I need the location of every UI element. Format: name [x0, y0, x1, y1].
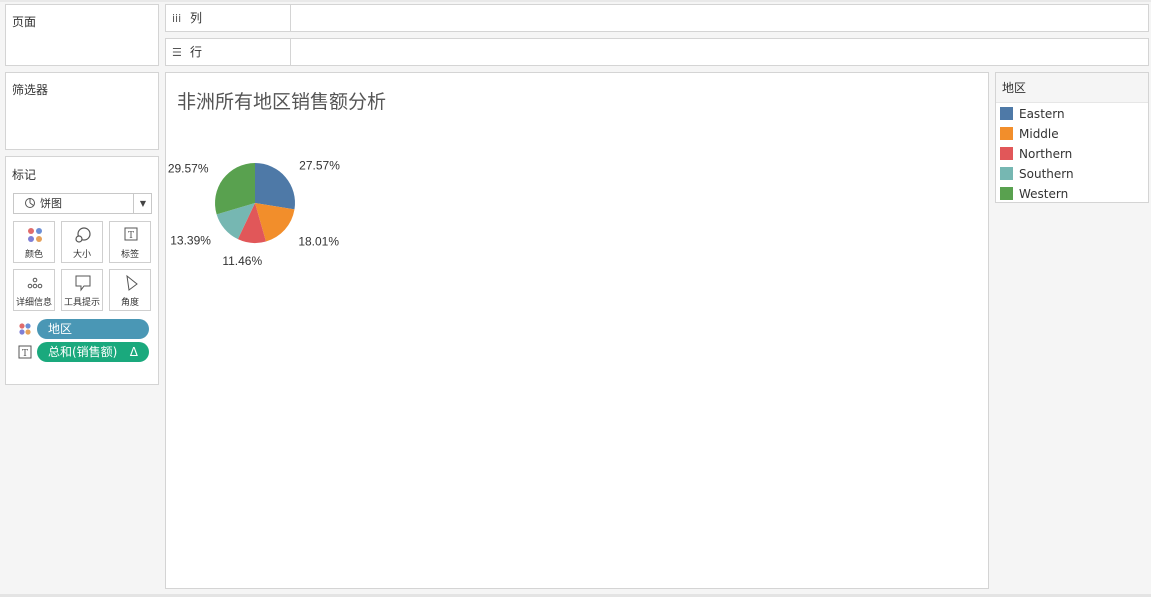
legend-swatch [1000, 167, 1013, 180]
delta-icon: Δ [129, 345, 138, 359]
legend-label: Northern [1019, 147, 1073, 161]
pie-mark-icon [25, 198, 35, 208]
rows-icon: ☰ [172, 46, 182, 59]
color-dots-icon [19, 323, 31, 335]
region-color-pill[interactable]: 地区 [37, 319, 149, 339]
color-dots-icon [28, 228, 42, 242]
pages-card-title: 页面 [12, 15, 37, 29]
label-button[interactable]: T 标签 [109, 221, 151, 263]
size-button[interactable]: 大小 [61, 221, 103, 263]
text-label-icon: T [124, 227, 138, 241]
tooltip-button-label: 工具提示 [63, 298, 100, 308]
region-pill-label: 地区 [48, 322, 73, 336]
rows-shelf-text: 行 [190, 45, 203, 59]
dropdown-separator [133, 194, 134, 213]
detail-button[interactable]: 详细信息 [13, 269, 55, 311]
slice-label-northern: 11.46% [222, 254, 262, 268]
filters-card-title: 筛选器 [12, 83, 49, 97]
label-button-label: 标签 [120, 250, 139, 260]
top-border [0, 0, 1151, 2]
detail-button-label: 详细信息 [15, 298, 52, 308]
mark-type-label: 饼图 [40, 197, 62, 210]
legend-label: Western [1019, 187, 1069, 201]
detail-dots-icon [27, 277, 43, 289]
legend-item-eastern[interactable]: Eastern [1000, 104, 1065, 124]
tooltip-button[interactable]: 工具提示 [61, 269, 103, 311]
legend-swatch [1000, 107, 1013, 120]
slice-label-eastern: 27.57% [299, 158, 340, 172]
slice-label-middle: 18.01% [298, 235, 339, 249]
legend-item-western[interactable]: Western [1000, 184, 1068, 204]
text-label-icon: T [18, 345, 32, 359]
svg-text:T: T [128, 231, 134, 241]
color-button[interactable]: 颜色 [13, 221, 55, 263]
columns-shelf-text: 列 [190, 11, 203, 25]
chevron-down-icon[interactable]: ▼ [140, 194, 146, 213]
filters-card[interactable]: 筛选器 [5, 72, 159, 150]
slice-label-southern: 13.39% [170, 234, 211, 248]
sales-pill-label: 总和(销售额) [48, 345, 118, 359]
tooltip-icon [75, 275, 91, 292]
pie-slice-eastern[interactable] [255, 163, 295, 210]
slice-label-western: 29.57% [168, 161, 209, 175]
angle-button-label: 角度 [120, 298, 139, 308]
pie-chart[interactable]: 27.57% 18.01% 11.46% 13.39% 29.57% [166, 73, 988, 588]
legend-title: 地区 [996, 73, 1148, 103]
angle-button[interactable]: 角度 [109, 269, 151, 311]
rows-shelf-label: ☰ 行 [166, 39, 291, 65]
legend-item-northern[interactable]: Northern [1000, 144, 1072, 164]
svg-text:T: T [22, 349, 28, 359]
columns-icon: iii [172, 12, 182, 25]
legend-item-middle[interactable]: Middle [1000, 124, 1059, 144]
legend-label: Eastern [1019, 107, 1065, 121]
legend-label: Middle [1019, 127, 1059, 141]
legend-item-southern[interactable]: Southern [1000, 164, 1074, 184]
legend-label: Southern [1019, 167, 1074, 181]
legend-swatch [1000, 187, 1013, 200]
rows-shelf[interactable]: ☰ 行 [165, 38, 1149, 66]
region-legend[interactable]: 地区 Eastern Middle Northern Southern West… [995, 72, 1149, 203]
legend-swatch [1000, 127, 1013, 140]
sales-label-pill[interactable]: 总和(销售额) Δ [37, 342, 149, 362]
color-button-label: 颜色 [24, 250, 43, 260]
columns-shelf-label: iii 列 [166, 5, 291, 31]
chart-view[interactable]: 非洲所有地区销售额分析 27.57% 18.01% 11.46% 13.39% 29.5… [165, 72, 989, 589]
mark-type-dropdown[interactable]: 饼图 ▼ [13, 193, 152, 214]
legend-swatch [1000, 147, 1013, 160]
marks-card-title: 标记 [12, 168, 37, 182]
size-button-label: 大小 [72, 250, 91, 260]
angle-icon [126, 274, 138, 291]
size-icon [75, 227, 91, 243]
columns-shelf[interactable]: iii 列 [165, 4, 1149, 32]
pages-card[interactable]: 页面 [5, 4, 159, 66]
marks-card: 标记 饼图 ▼ 颜色 大小 T 标签 详细信息 工具提示 角度 地区 T 总和(… [5, 156, 159, 385]
